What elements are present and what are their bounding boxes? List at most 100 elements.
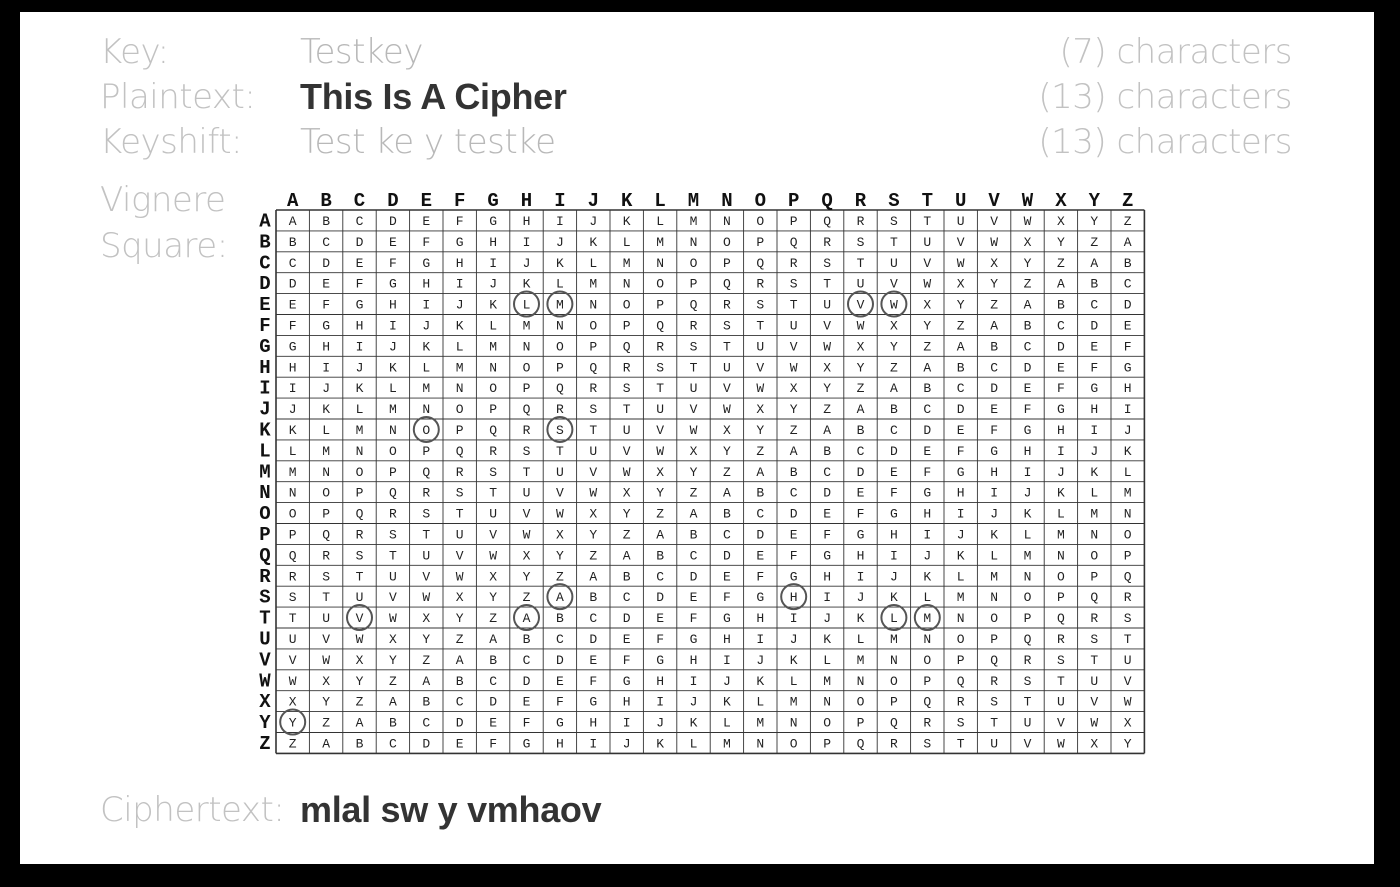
- square-cell: N: [356, 444, 364, 459]
- square-cell: O: [289, 507, 297, 522]
- square-cell: J: [857, 590, 865, 605]
- square-cell: I: [923, 527, 931, 542]
- square-cell: Q: [556, 381, 564, 396]
- square-cell: S: [790, 277, 798, 292]
- square-cell: L: [1057, 507, 1065, 522]
- square-cell: F: [656, 632, 664, 647]
- square-cell: R: [589, 381, 597, 396]
- square-cell: W: [823, 339, 831, 354]
- square-cell: Z: [456, 632, 464, 647]
- square-cell: X: [656, 465, 664, 480]
- square-cell: Q: [756, 256, 764, 271]
- square-cell: K: [756, 674, 764, 689]
- square-cell: K: [589, 235, 597, 250]
- square-cell: G: [923, 486, 931, 501]
- square-cell: E: [322, 277, 330, 292]
- square-cell: K: [1057, 486, 1065, 501]
- square-cell: T: [1124, 632, 1132, 647]
- square-cell: E: [957, 423, 965, 438]
- square-cell: S: [289, 590, 297, 605]
- square-cell: X: [890, 318, 898, 333]
- square-cell: X: [589, 507, 597, 522]
- square-cell: R: [523, 423, 531, 438]
- row-header: W: [259, 670, 271, 692]
- square-cell: H: [656, 674, 664, 689]
- square-cell: Z: [857, 381, 865, 396]
- square-cell: E: [690, 590, 698, 605]
- square-cell: L: [389, 381, 397, 396]
- square-cell: M: [322, 444, 330, 459]
- square-cell: P: [556, 360, 564, 375]
- square-cell: Q: [523, 402, 531, 417]
- square-cell: B: [1057, 298, 1065, 313]
- square-cell: H: [723, 632, 731, 647]
- square-cell: O: [356, 465, 364, 480]
- square-cell: B: [690, 527, 698, 542]
- square-cell: K: [456, 318, 464, 333]
- row-header: D: [259, 273, 270, 295]
- square-cell: T: [422, 527, 430, 542]
- square-cell: R: [756, 277, 764, 292]
- square-cell: J: [923, 548, 931, 563]
- square-cell: W: [422, 590, 430, 605]
- square-cell: P: [923, 674, 931, 689]
- square-cell: W: [756, 381, 764, 396]
- square-cell: M: [756, 716, 764, 731]
- square-cell: B: [623, 569, 631, 584]
- square-cell: F: [1024, 402, 1032, 417]
- row-header: Z: [259, 733, 270, 755]
- square-cell: O: [756, 214, 764, 229]
- square-cell: S: [489, 465, 497, 480]
- square-cell: D: [1090, 318, 1098, 333]
- square-cell: O: [322, 486, 330, 501]
- square-cell: Z: [589, 548, 597, 563]
- square-cell: L: [556, 277, 564, 292]
- square-cell: T: [322, 590, 330, 605]
- square-cell: A: [389, 695, 397, 710]
- square-cell: S: [556, 423, 564, 438]
- square-cell: W: [556, 507, 564, 522]
- square-cell: E: [389, 235, 397, 250]
- square-cell: P: [823, 736, 831, 751]
- square-cell: T: [823, 277, 831, 292]
- square-cell: V: [589, 465, 597, 480]
- square-cell: J: [957, 527, 965, 542]
- square-cell: A: [1090, 256, 1098, 271]
- square-cell: Z: [623, 527, 631, 542]
- square-cell: F: [389, 256, 397, 271]
- square-cell: Z: [656, 507, 664, 522]
- square-cell: Q: [790, 235, 798, 250]
- square-cell: A: [1124, 235, 1132, 250]
- square-cell: P: [589, 339, 597, 354]
- square-cell: U: [723, 360, 731, 375]
- square-cell: X: [422, 611, 430, 626]
- square-cell: T: [890, 235, 898, 250]
- square-cell: N: [990, 590, 998, 605]
- square-cell: V: [656, 423, 664, 438]
- square-cell: D: [790, 507, 798, 522]
- square-cell: V: [1024, 736, 1032, 751]
- square-cell: Z: [690, 486, 698, 501]
- square-cell: K: [1124, 444, 1132, 459]
- square-cell: B: [990, 339, 998, 354]
- square-cell: L: [823, 653, 831, 668]
- square-cell: R: [556, 402, 564, 417]
- row-header: R: [259, 566, 271, 588]
- square-cell: S: [422, 507, 430, 522]
- square-cell: N: [556, 318, 564, 333]
- square-cell: Y: [790, 402, 798, 417]
- square-cell: N: [523, 339, 531, 354]
- square-cell: O: [857, 695, 865, 710]
- square-cell: O: [723, 235, 731, 250]
- square-cell: R: [289, 569, 297, 584]
- square-cell: B: [756, 486, 764, 501]
- square-cell: V: [990, 214, 998, 229]
- square-cell: R: [489, 444, 497, 459]
- square-cell: D: [890, 444, 898, 459]
- square-cell: N: [890, 653, 898, 668]
- square-cell: V: [389, 590, 397, 605]
- square-cell: K: [857, 611, 865, 626]
- square-cell: W: [589, 486, 597, 501]
- column-header: N: [721, 190, 732, 212]
- square-cell: C: [556, 632, 564, 647]
